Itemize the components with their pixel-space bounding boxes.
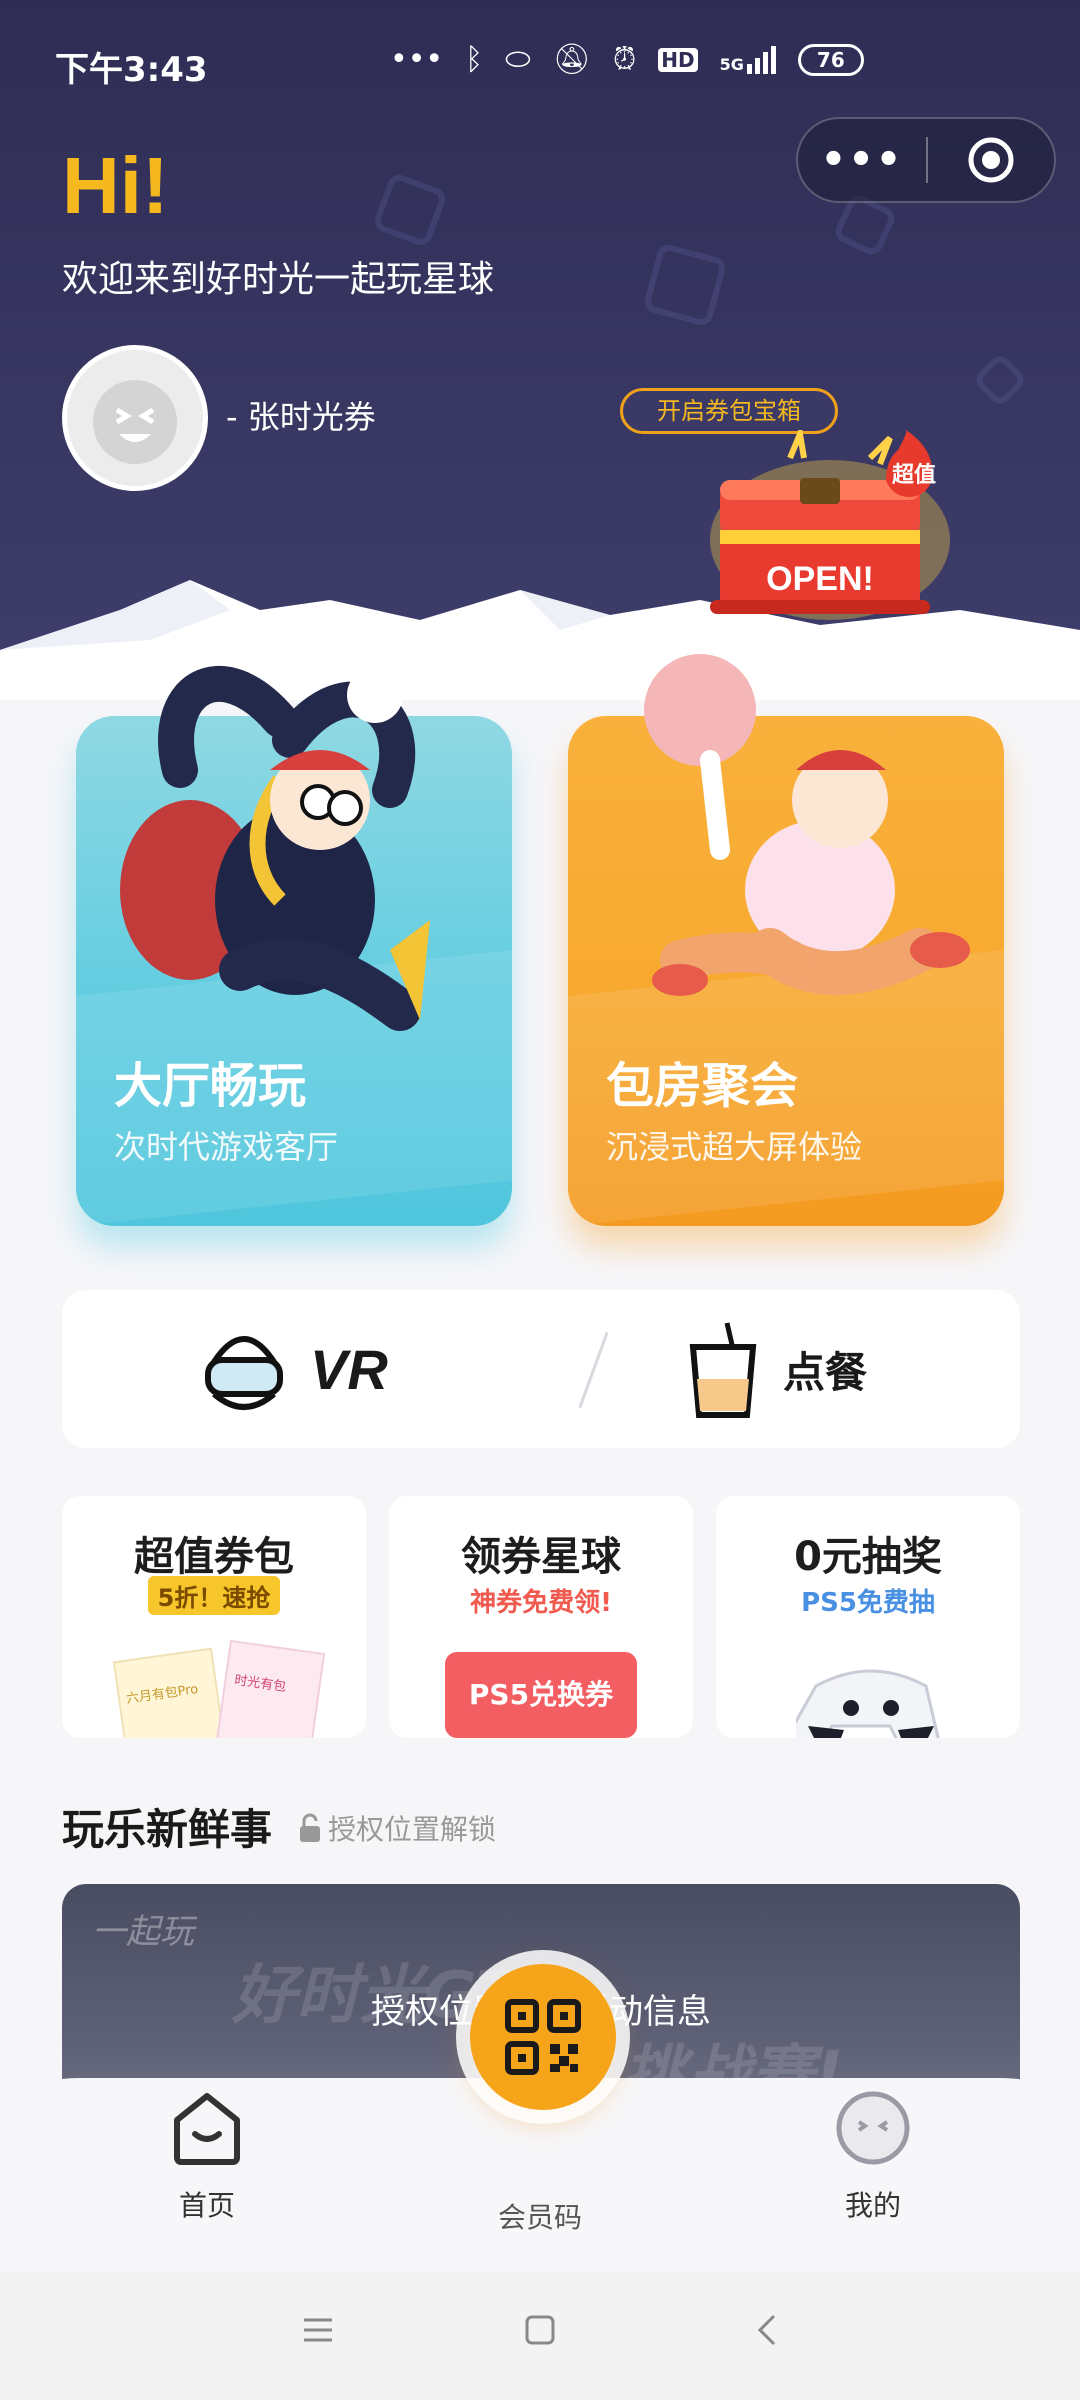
target-icon[interactable] xyxy=(928,135,1054,185)
lobby-mascot-illustration xyxy=(120,665,430,1031)
mini-program-capsule: ••• xyxy=(796,117,1056,203)
coupon-planet-title: 领券星球 xyxy=(461,1534,621,1580)
welcome-text: 欢迎来到好时光一起玩星球 xyxy=(62,259,495,300)
coupon-pack-image-a-label: 六月有包Pro xyxy=(125,1681,200,1707)
location-unlock-label: 授权位置解锁 xyxy=(328,1813,497,1846)
free-lottery-title: 0元抽奖 xyxy=(794,1534,942,1580)
decor-square xyxy=(971,351,1029,409)
status-icons: ••• ᛒ ⬭ 🔕︎ ⏰︎ HD 5G 76 xyxy=(390,42,864,77)
greeting: Hi! xyxy=(62,141,169,230)
lobby-play-subtitle: 次时代游戏客厅 xyxy=(114,1128,339,1166)
system-navigation-bar xyxy=(0,2272,1080,2400)
chest-badge: 超值 xyxy=(892,462,936,488)
vr-link[interactable]: VR xyxy=(202,1290,388,1448)
location-unlock-link[interactable]: 授权位置解锁 xyxy=(298,1808,496,1848)
coupon-planet-card[interactable]: 领券星球 神券免费领! PS5兑换券 xyxy=(389,1496,693,1738)
order-food-link[interactable]: 点餐 xyxy=(687,1290,867,1448)
order-label: 点餐 xyxy=(783,1347,868,1397)
ps5-controller-icon xyxy=(796,1669,940,1738)
chest-tag[interactable]: 开启券包宝箱 xyxy=(620,388,838,434)
party-mascot-illustration xyxy=(644,654,970,996)
vr-label: VR xyxy=(310,1337,388,1401)
decor-square xyxy=(642,242,728,328)
chest-open-label: OPEN! xyxy=(766,560,874,598)
ps5-coupon-image: PS5兑换券 xyxy=(445,1652,637,1738)
coupon-pack-image-b: 时光有包 xyxy=(214,1639,326,1738)
free-lottery-card[interactable]: 0元抽奖 PS5免费抽 xyxy=(716,1496,1020,1738)
private-room-title: 包房聚会 xyxy=(606,1058,799,1114)
coupon-pack-tag-wrap: 5折！速抢 xyxy=(62,1576,366,1615)
qr-code-icon xyxy=(505,1999,581,2075)
more-dots-icon: ••• xyxy=(390,42,444,77)
tab-home[interactable]: 首页 xyxy=(107,2090,307,2224)
more-icon[interactable]: ••• xyxy=(798,137,926,183)
5g-signal-icon: 5G xyxy=(720,45,776,74)
back-icon[interactable] xyxy=(750,2312,786,2348)
alarm-icon: ⏰︎ xyxy=(612,42,637,77)
username[interactable]: - 张时光券 xyxy=(226,392,376,438)
menu-icon[interactable] xyxy=(300,2312,336,2348)
vr-headset-icon xyxy=(205,1336,283,1410)
coupon-pack-image-a: 六月有包Pro xyxy=(112,1647,228,1738)
coupon-pack-image-b-label: 时光有包 xyxy=(233,1672,288,1696)
home-square-icon[interactable] xyxy=(522,2312,558,2348)
home-icon xyxy=(174,2093,240,2165)
free-lottery-subtitle: PS5免费抽 xyxy=(801,1588,935,1618)
decor-square xyxy=(371,171,449,249)
mute-icon: 🔕︎ xyxy=(552,42,591,77)
private-room-subtitle: 沉浸式超大屏体验 xyxy=(606,1128,863,1166)
avatar-face-icon xyxy=(93,380,177,464)
tab-mine[interactable]: 我的 xyxy=(773,2090,973,2224)
divider xyxy=(578,1331,609,1409)
status-bar: 下午3:43 ••• ᛒ ⬭ 🔕︎ ⏰︎ HD 5G 76 xyxy=(0,0,1080,125)
member-code-button[interactable] xyxy=(470,1964,616,2110)
coupon-pack-title: 超值券包 xyxy=(134,1534,294,1580)
coupon-pack-tag: 5折！速抢 xyxy=(147,1576,281,1615)
coupon-planet-subtitle: 神券免费领! xyxy=(470,1588,612,1618)
lock-icon xyxy=(300,1813,320,1842)
coupon-pack-card[interactable]: 超值券包 5折！速抢 六月有包Pro 时光有包 xyxy=(62,1496,366,1738)
news-section-title: 玩乐新鲜事 xyxy=(62,1805,273,1854)
hd-icon: HD xyxy=(658,47,698,72)
drink-cup-icon xyxy=(689,1322,757,1418)
nfc-icon: ⬭ xyxy=(505,42,531,77)
avatar[interactable] xyxy=(62,345,208,491)
banner-logo: 一起玩 xyxy=(92,1912,194,1952)
status-time: 下午3:43 xyxy=(55,50,208,90)
quick-links-strip: VR 点餐 xyxy=(62,1290,1020,1448)
treasure-chest-button[interactable]: OPEN! 超值 xyxy=(700,430,960,630)
tab-home-label: 首页 xyxy=(178,2189,235,2222)
tab-mine-label: 我的 xyxy=(844,2189,901,2222)
profile-face-icon xyxy=(836,2091,910,2165)
battery-icon: 76 xyxy=(797,43,864,76)
member-code-label: 会员码 xyxy=(497,2201,582,2234)
bluetooth-icon: ᛒ xyxy=(465,42,484,77)
